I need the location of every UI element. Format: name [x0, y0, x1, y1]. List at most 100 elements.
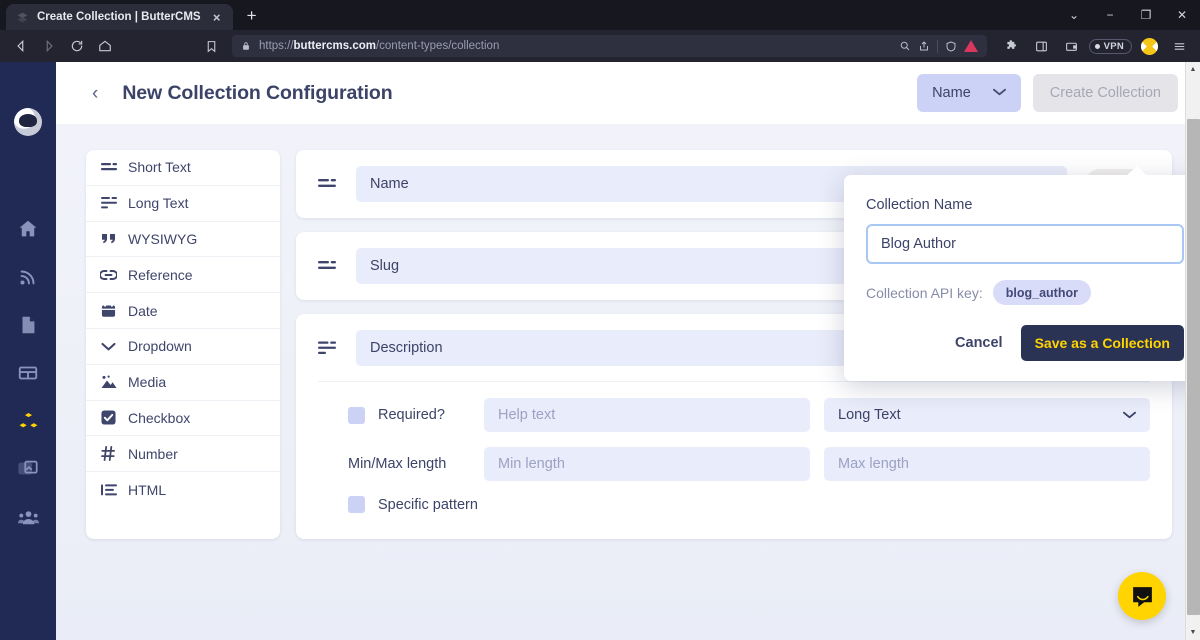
- bookmark-icon[interactable]: [198, 33, 224, 59]
- vpn-status-dot: [1094, 43, 1100, 49]
- cancel-button[interactable]: Cancel: [953, 329, 1005, 357]
- extensions-area: VPN: [995, 33, 1192, 59]
- address-bar[interactable]: https://buttercms.com/content-types/coll…: [232, 35, 987, 57]
- browser-menu-icon[interactable]: [1166, 33, 1192, 59]
- sidebar-item-tables[interactable]: [15, 360, 41, 386]
- close-icon[interactable]: ×: [209, 9, 225, 25]
- field-type-html[interactable]: HTML: [86, 472, 280, 508]
- collection-name-input[interactable]: Blog Author: [866, 224, 1184, 264]
- tab-search-icon[interactable]: ⌄: [1056, 0, 1092, 30]
- field-type-short-text[interactable]: Short Text: [86, 150, 280, 186]
- app-sidebar: [0, 62, 56, 640]
- field-options: Required? Help text Long Text Min/Max le…: [318, 386, 1150, 513]
- chat-bubble-icon: [1130, 584, 1155, 609]
- app-content: ‹ New Collection Configuration Name Crea…: [56, 62, 1200, 640]
- window-close-icon[interactable]: ✕: [1164, 0, 1200, 30]
- required-checkbox-cell[interactable]: Required?: [318, 406, 470, 424]
- sidebar-item-account-avatar[interactable]: [14, 108, 42, 136]
- page-scrollbar[interactable]: ▲ ▼: [1185, 62, 1200, 640]
- butter-logo-icon: [16, 11, 29, 24]
- field-type-select-value: Long Text: [838, 407, 901, 423]
- intercom-chat-button[interactable]: [1118, 572, 1166, 620]
- name-dropdown[interactable]: Name: [917, 74, 1021, 112]
- checkbox-icon: [100, 410, 117, 425]
- sidebar-item-collections[interactable]: [15, 408, 41, 434]
- field-type-date[interactable]: Date: [86, 293, 280, 329]
- page-header: ‹ New Collection Configuration Name Crea…: [56, 62, 1200, 124]
- sidebar-toggle-icon[interactable]: [1029, 33, 1055, 59]
- wysiwyg-icon: [100, 233, 117, 245]
- create-collection-button[interactable]: Create Collection: [1032, 74, 1178, 112]
- max-length-input[interactable]: Max length: [824, 447, 1150, 481]
- field-type-label: Date: [128, 302, 158, 319]
- field-type-label: HTML: [128, 482, 167, 499]
- minmax-label: Min/Max length: [348, 456, 447, 472]
- field-type-dropdown[interactable]: Dropdown: [86, 329, 280, 365]
- lock-icon: [241, 41, 251, 51]
- shield-icon[interactable]: [945, 40, 957, 53]
- field-type-label: Number: [128, 445, 178, 462]
- media-icon: [100, 375, 117, 389]
- share-icon[interactable]: [918, 40, 930, 52]
- browser-toolbar: https://buttercms.com/content-types/coll…: [0, 30, 1200, 62]
- field-type-wysiwyg[interactable]: WYSIWYG: [86, 222, 280, 258]
- brave-rewards-icon[interactable]: [963, 40, 978, 52]
- sidebar-item-blog[interactable]: [15, 264, 41, 290]
- sidebar-item-pages[interactable]: [15, 312, 41, 338]
- reference-icon: [100, 269, 117, 281]
- field-type-label: Checkbox: [128, 409, 191, 426]
- min-length-input[interactable]: Min length: [484, 447, 810, 481]
- home-icon[interactable]: [92, 33, 118, 59]
- new-tab-button[interactable]: +: [239, 3, 265, 29]
- sidebar-item-team[interactable]: [15, 504, 41, 530]
- field-type-number[interactable]: Number: [86, 436, 280, 473]
- field-type-reference[interactable]: Reference: [86, 257, 280, 294]
- field-type-media[interactable]: Media: [86, 365, 280, 401]
- specific-pattern-cell[interactable]: Specific pattern: [318, 496, 478, 513]
- reload-icon[interactable]: [64, 33, 90, 59]
- vpn-label: VPN: [1103, 40, 1124, 52]
- popover-api-key-row: Collection API key: blog_author: [866, 280, 1184, 305]
- long-text-icon[interactable]: [318, 341, 338, 355]
- tab-title: Create Collection | ButterCMS: [37, 11, 201, 23]
- short-text-icon[interactable]: [318, 178, 338, 190]
- specific-pattern-checkbox[interactable]: [348, 496, 365, 513]
- save-as-collection-button[interactable]: Save as a Collection: [1020, 325, 1184, 361]
- window-controls: ⌄ − ❐ ✕: [1056, 0, 1200, 30]
- sidebar-item-media[interactable]: [15, 456, 41, 482]
- collection-name-popover: Collection Name Blog Author Collection A…: [844, 166, 1200, 381]
- scrollbar-track[interactable]: [1186, 77, 1200, 625]
- help-text-input[interactable]: Help text: [484, 398, 810, 432]
- field-type-checkbox[interactable]: Checkbox: [86, 401, 280, 437]
- wallet-icon[interactable]: [1059, 33, 1085, 59]
- option-row-minmax: Min/Max length Min length Max length: [318, 447, 1150, 481]
- toolbar-divider: [936, 39, 938, 53]
- vpn-badge[interactable]: VPN: [1088, 38, 1132, 54]
- field-type-long-text[interactable]: Long Text: [86, 186, 280, 222]
- field-type-select[interactable]: Long Text: [824, 398, 1150, 432]
- browser-tab[interactable]: Create Collection | ButterCMS ×: [6, 4, 233, 30]
- back-chevron-icon[interactable]: ‹: [86, 82, 104, 105]
- back-icon[interactable]: [8, 33, 34, 59]
- url-text: https://buttercms.com/content-types/coll…: [259, 40, 500, 52]
- app-viewport: ‹ New Collection Configuration Name Crea…: [0, 62, 1200, 640]
- forward-icon[interactable]: [36, 33, 62, 59]
- minimize-icon[interactable]: −: [1092, 0, 1128, 30]
- extensions-puzzle-icon[interactable]: [999, 33, 1025, 59]
- search-icon[interactable]: [899, 40, 911, 52]
- api-key-pill: blog_author: [992, 280, 1091, 305]
- browser-window: Create Collection | ButterCMS × + ⌄ − ❐ …: [0, 0, 1200, 640]
- scroll-up-arrow[interactable]: ▲: [1186, 62, 1200, 77]
- short-text-icon: [100, 162, 117, 173]
- field-type-label: Long Text: [128, 195, 189, 212]
- short-text-icon[interactable]: [318, 260, 338, 272]
- profile-avatar[interactable]: [1136, 33, 1162, 59]
- required-checkbox[interactable]: [348, 406, 365, 424]
- scroll-down-arrow[interactable]: ▼: [1186, 625, 1200, 640]
- field-type-label: Short Text: [128, 159, 191, 176]
- maximize-icon[interactable]: ❐: [1128, 0, 1164, 30]
- scrollbar-thumb[interactable]: [1186, 119, 1200, 615]
- avatar: [1140, 37, 1158, 55]
- sidebar-item-home[interactable]: [15, 216, 41, 242]
- omnibox-actions: [899, 39, 978, 53]
